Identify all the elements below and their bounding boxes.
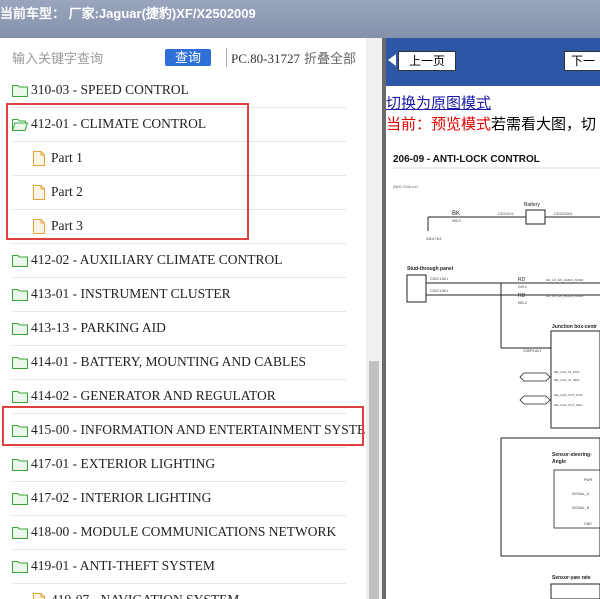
battery-box [525, 209, 546, 225]
c3dc116-label: C3DC116/1 [430, 277, 448, 281]
s4d176-label: S4D176/1 [426, 237, 442, 241]
mode-hint: 若需看大图，切 [491, 117, 597, 133]
viewer-navbar: 上一页 下一 [386, 38, 600, 86]
c3bp01-label: C3BP01A/1 [523, 349, 541, 353]
tree-item-label: 417-01 - EXTERIOR LIGHTING [31, 456, 216, 471]
signal-a-label: SIGNAL_A [572, 492, 590, 496]
tree-item-label: 412-02 - AUXILIARY CLIMATE CONTROL [31, 252, 283, 267]
rd1-number: 240.0 [518, 285, 527, 289]
c4d101-label: C4D101/1 [498, 212, 514, 216]
vehicle-title: 当前车型： 厂家:Jaguar(捷豹)XF/X2502009 [0, 6, 256, 21]
viewer-panel: 上一页 下一 切换为原图模式 当前：预览模式若需看大图，切 206-09 - A… [386, 38, 600, 599]
diagram-title: 206-09 - ANTI-LOCK CONTROL [393, 154, 540, 165]
net1-label: EN_A/J_EN_AK/EN_AK/EN [546, 278, 583, 282]
junction-label: Junction box-centr [552, 324, 597, 330]
rd1-label: RD [518, 277, 526, 283]
tree-folder-item[interactable]: 417-01 - EXTERIOR LIGHTING [0, 448, 350, 482]
search-row: 查询 PC.80-31727 折叠全部 [0, 38, 366, 74]
highlight-box-climate [6, 103, 249, 240]
diagram-code: j5600-7038-a-el [392, 185, 418, 189]
tree-item-label: 414-01 - BATTERY, MOUNTING AND CABLES [31, 354, 307, 369]
tree-scrollbar[interactable] [366, 38, 382, 599]
folder-icon [12, 357, 28, 369]
mode-indicator: 当前：预览模式若需看大图，切 [386, 113, 596, 134]
switch-original-link[interactable]: 切换为原图模式 [386, 92, 491, 113]
next-page-button[interactable]: 下一 [564, 51, 600, 71]
wire1-label: ME_CAN_IN_POS [554, 370, 579, 374]
mode-label: 当前：预览模式 [386, 117, 492, 133]
rd2-label: RD [518, 293, 526, 299]
stud-label: Stud-through panel [407, 266, 454, 272]
tree-item-label: 419-07 - NAVIGATION SYSTEM [51, 592, 239, 599]
steering-sensor-inner [553, 469, 600, 529]
c4dc02-label: C4DC02A/1 [554, 212, 573, 216]
collapse-arrow-icon[interactable] [388, 54, 396, 66]
folder-icon [12, 289, 28, 301]
tree-item-label: 414-02 - GENERATOR AND REGULATOR [31, 388, 276, 403]
bk-label: BK [452, 211, 460, 217]
c3dc118-label: C3DC118/1 [430, 289, 448, 293]
folder-icon [12, 459, 28, 471]
wire4-label: ME_CAN_OUT_NEG [554, 403, 583, 407]
tree-item-label: 413-01 - INSTRUMENT CLUSTER [31, 286, 231, 301]
tree-folder-item[interactable]: 412-02 - AUXILIARY CLIMATE CONTROL [0, 244, 350, 278]
angle-label: Angle [552, 459, 566, 465]
gnd-label: GND [584, 522, 592, 526]
tree-folder-item[interactable]: 417-02 - INTERIOR LIGHTING [0, 482, 350, 516]
scroll-thumb[interactable] [369, 361, 379, 599]
tree-folder-item[interactable]: 413-01 - INSTRUMENT CLUSTER [0, 278, 350, 312]
collapse-all-link[interactable]: 折叠全部 [304, 51, 356, 66]
tree-folder-item[interactable]: 418-00 - MODULE COMMUNICATIONS NETWORK [0, 516, 350, 550]
tree-leaf-item[interactable]: 419-07 - NAVIGATION SYSTEM [0, 584, 350, 599]
battery-label: Battery [524, 202, 540, 208]
tree-item-label: 417-02 - INTERIOR LIGHTING [31, 490, 212, 505]
yaw-sensor-box [550, 583, 600, 599]
tree-folder-item[interactable]: 414-01 - BATTERY, MOUNTING AND CABLES [0, 346, 350, 380]
search-button[interactable]: 查询 [165, 49, 211, 66]
yaw-label: Sensor-yaw rate [552, 575, 591, 581]
connector-arrow-1 [519, 372, 551, 382]
pwr-label: PWR [584, 478, 593, 482]
tree-item-label: 413-13 - PARKING AID [31, 320, 166, 335]
folder-icon [12, 527, 28, 539]
tree-item-label: 310-03 - SPEED CONTROL [31, 82, 189, 97]
tree-item-label: 419-01 - ANTI-THEFT SYSTEM [31, 558, 215, 573]
signal-b-label: SIGNAL_B [572, 506, 590, 510]
prev-page-button[interactable]: 上一页 [398, 51, 456, 71]
pc-code: PC.80-31727 [231, 51, 300, 66]
pc-info: PC.80-31727 折叠全部 [226, 48, 356, 67]
tree-folder-item[interactable]: 413-13 - PARKING AID [0, 312, 350, 346]
folder-icon [12, 493, 28, 505]
net2-label: EN_A/J_EN_AK/EN_AK/EN [546, 294, 583, 298]
folder-icon [12, 391, 28, 403]
tree-folder-item[interactable]: 419-01 - ANTI-THEFT SYSTEM [0, 550, 350, 584]
folder-icon [12, 323, 28, 335]
folder-icon [12, 561, 28, 573]
search-input[interactable] [8, 48, 166, 68]
top-bar: 当前车型： 厂家:Jaguar(捷豹)XF/X2502009 [0, 0, 600, 38]
folder-icon [12, 255, 28, 267]
folder-icon [12, 85, 28, 97]
document-icon [33, 593, 45, 599]
highlight-box-entertainment [2, 406, 364, 446]
stud-box [406, 274, 427, 303]
wire2-label: ME_CAN_IN_NEG [554, 378, 580, 382]
tree-item-label: 418-00 - MODULE COMMUNICATIONS NETWORK [31, 524, 337, 539]
wiring-diagram: 206-09 - ANTI-LOCK CONTROL j5600-7038-a-… [392, 154, 600, 599]
steer-label: Sensor-steering- [552, 452, 592, 458]
rd2-number: 660.0 [518, 301, 527, 305]
bk-number: 360.0 [452, 219, 461, 223]
connector-arrow-2 [519, 395, 551, 405]
wire3-label: ME_CAN_OUT_POS [554, 393, 583, 397]
